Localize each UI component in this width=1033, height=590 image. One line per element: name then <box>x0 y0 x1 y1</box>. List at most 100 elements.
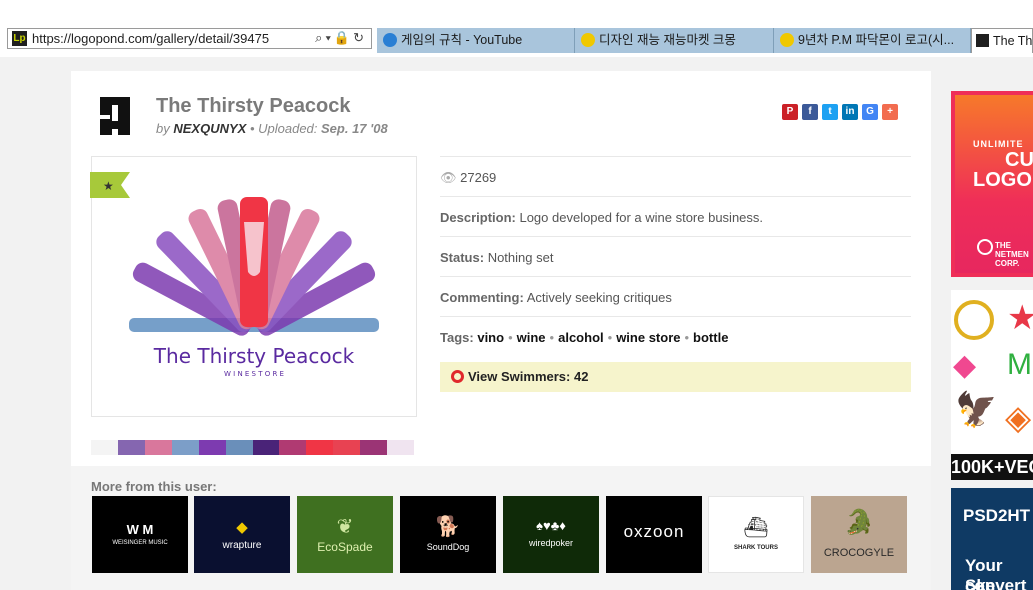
linkedin-icon[interactable]: in <box>842 104 858 120</box>
logo-detail-card: The Thirsty Peacock by NEXQUNYX • Upload… <box>71 71 931 590</box>
status-row: Status: Nothing set <box>440 236 911 276</box>
commenting-label: Commenting: <box>440 290 524 305</box>
more-from-user: More from this user: W M WEISINGER MUSIC… <box>71 466 931 590</box>
tab-kmong[interactable]: 디자인 재능 재능마켓 크몽 <box>575 28 774 53</box>
tag-link[interactable]: wine store <box>616 330 680 345</box>
tags-row: Tags: vino • wine • alcohol • wine store • bottl… <box>440 316 911 356</box>
tab-label: 9년차 P.M 파닥몬이 로고(시... <box>798 33 955 47</box>
thumbnail-label: WEISINGER MUSIC <box>112 540 168 546</box>
google-icon[interactable]: G <box>862 104 878 120</box>
browser-chrome: Lp https://logopond.com/gallery/detail/3… <box>0 0 1033 57</box>
byline: by NEXQUNYX • Uploaded: Sep. 17 '08 <box>156 121 388 136</box>
share-buttons: Pf t in G + <box>782 101 902 120</box>
plus-icon[interactable]: + <box>882 104 898 120</box>
palette-swatch[interactable] <box>171 440 199 455</box>
thumbnail-label: SHARK TOURS <box>734 545 778 551</box>
user-logo-thumbnail[interactable]: ❦ EcoSpade <box>297 496 393 573</box>
facebook-icon[interactable]: f <box>802 104 818 120</box>
tab-youtube[interactable]: 게임의 규칙 - YouTube <box>377 28 575 53</box>
advertisement-banner[interactable]: ★ ◆ M 🦅 ◈ 100K+VEC <box>951 290 1033 480</box>
address-bar[interactable]: Lp https://logopond.com/gallery/detail/3… <box>7 28 372 49</box>
logo-title: The Thirsty Peacock <box>156 95 351 117</box>
user-logo-thumbnail[interactable]: ◆ wrapture <box>194 496 290 573</box>
globe-icon <box>977 239 993 255</box>
thumbnail-label: wiredpoker <box>528 538 574 548</box>
views-row: 👁 27269 <box>440 156 911 196</box>
ad-text: convert <box>965 576 1027 590</box>
tag-link[interactable]: vino <box>477 330 504 345</box>
tab-kmong-logo[interactable]: 9년차 P.M 파닥몬이 로고(시... <box>774 28 971 53</box>
user-logo-thumbnail[interactable]: 🐕 SoundDog <box>400 496 496 573</box>
thumbnail-label: oxzoon <box>623 522 685 541</box>
thumbnail-label: wrapture <box>222 540 262 551</box>
lifebuoy-icon <box>451 370 464 384</box>
status-text: Nothing set <box>487 250 554 265</box>
tab-label: 디자인 재능 재능마켓 크몽 <box>599 33 736 47</box>
status-label: Status: <box>440 250 485 265</box>
tag-link[interactable]: bottle <box>693 330 728 345</box>
image-title-text: The Thirsty Peacock <box>153 344 355 368</box>
kmong-icon <box>581 32 595 47</box>
kmong-icon <box>780 32 794 47</box>
palette-swatch[interactable] <box>333 440 361 455</box>
commenting-row: Commenting: Actively seeking critiques <box>440 276 911 316</box>
ad-text: 100K+VEC <box>951 454 1033 480</box>
palette-swatch[interactable] <box>198 440 226 455</box>
palette-swatch[interactable] <box>91 440 118 455</box>
more-label: More from this user: <box>91 479 217 494</box>
ad-text: PSD2HT <box>963 506 1031 525</box>
author-link[interactable]: NEXQUNYX <box>173 121 246 136</box>
address-controls[interactable]: ⌕▾🔒↻ <box>315 30 367 46</box>
view-swimmers-bar[interactable]: View Swimmers: 42 <box>440 362 911 392</box>
image-subtitle-text: W I N E S T O R E <box>224 370 284 378</box>
url-text[interactable]: https://logopond.com/gallery/detail/3947… <box>32 31 269 46</box>
user-logo-thumbnail[interactable]: oxzoon <box>606 496 702 573</box>
palette-swatch[interactable] <box>225 440 253 455</box>
palette-swatch[interactable] <box>117 440 145 455</box>
user-logo-thumbnail[interactable]: W M WEISINGER MUSIC <box>92 496 188 573</box>
eye-icon: 👁 <box>440 170 457 185</box>
tag-link[interactable]: alcohol <box>558 330 604 345</box>
description-text: Logo developed for a wine store business… <box>519 210 764 225</box>
views-count: 27269 <box>460 170 497 185</box>
tags-label: Tags: <box>440 330 474 345</box>
palette-swatch[interactable] <box>387 440 415 455</box>
by-prefix: by <box>156 121 170 136</box>
twitter-icon[interactable]: t <box>822 104 838 120</box>
user-logo-thumbnail[interactable]: ⛴ SHARK TOURS <box>708 496 804 573</box>
user-logo-thumbnail[interactable]: ♠♥♣♦ wiredpoker <box>503 496 599 573</box>
ad-text: LOGO <box>973 169 1032 191</box>
thumbnail-label: SoundDog <box>426 542 470 552</box>
tag-link[interactable]: wine <box>517 330 546 345</box>
color-palette <box>91 440 415 455</box>
description-label: Description: <box>440 210 516 225</box>
ad-text: UNLIMITE <box>973 139 1024 149</box>
advertisement-banner[interactable]: UNLIMITE CU LOGO THE NETMEN CORP. <box>951 91 1033 277</box>
thumbnail-label: EcoSpade <box>317 540 373 554</box>
tab-label: 게임의 규칙 - YouTube <box>401 33 523 47</box>
tab-logopond[interactable]: The Th <box>971 28 1033 53</box>
thumbnail-label: CROCOGYLE <box>823 547 895 559</box>
user-logo-thumbnail[interactable]: 🐊 CROCOGYLE <box>811 496 907 573</box>
view-swimmers-link[interactable]: View Swimmers: 42 <box>468 369 588 384</box>
tab-label: The Th <box>993 34 1033 48</box>
palette-swatch[interactable] <box>279 440 307 455</box>
logo-metadata: 👁 27269 Description: Logo developed for … <box>440 156 911 356</box>
description-row: Description: Logo developed for a wine s… <box>440 196 911 236</box>
peacock-logo-graphic: The Thirsty Peacock W I N E S T O R E <box>129 197 379 378</box>
commenting-text: Actively seeking critiques <box>526 290 672 305</box>
logo-image[interactable]: ★ The Thirsty Peacock W I N E S T O R E <box>90 156 417 417</box>
palette-swatch[interactable] <box>144 440 172 455</box>
ad-text: THE NETMEN CORP. <box>995 241 1029 268</box>
uploaded-date: Sep. 17 '08 <box>321 121 388 136</box>
logopond-icon <box>976 34 989 48</box>
palette-swatch[interactable] <box>252 440 280 455</box>
ie-icon <box>383 32 397 47</box>
pinterest-icon[interactable]: P <box>782 104 798 120</box>
advertisement-banner[interactable]: PSD2HT Your Ske convert <box>951 488 1033 590</box>
logopond-favicon-icon: Lp <box>12 31 27 46</box>
palette-swatch[interactable] <box>360 440 388 455</box>
uploaded-prefix: • Uploaded: <box>249 121 318 136</box>
author-avatar[interactable] <box>96 95 136 139</box>
palette-swatch[interactable] <box>306 440 334 455</box>
